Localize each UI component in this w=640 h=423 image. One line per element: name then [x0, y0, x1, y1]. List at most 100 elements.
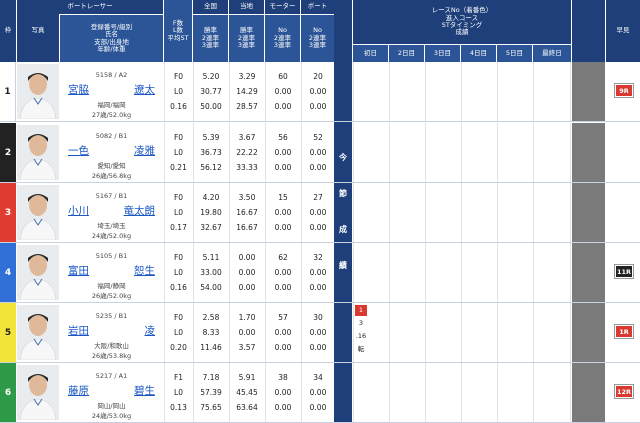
- racer-photo: [17, 64, 59, 119]
- racer-branch: 埼玉/埼玉: [97, 222, 126, 230]
- header-touchi: 当地: [229, 0, 264, 14]
- boat-stats: 32 0.00 0.00: [301, 243, 334, 302]
- racer-row: 3 5167 / B1 小川 竜太朗 埼玉/埼玉 24歳/52.0kg F0 L0 0…: [0, 183, 640, 243]
- day-4-cell: [461, 303, 496, 362]
- day-final-cell: [533, 62, 571, 121]
- racer-info: 5158 / A2 宮脇 遼太 福岡/福岡 27歳/52.0kg: [60, 62, 163, 121]
- sokuhou-race-badge[interactable]: 9R: [615, 84, 633, 97]
- racer-row: 1 5158 / A2 宮脇 遼太 福岡/福岡 27歳/52.0kg F0 L0 0.…: [0, 62, 640, 122]
- day-4-cell: [461, 62, 496, 121]
- touchi-stats: 5.91 45.45 63.64: [229, 363, 264, 422]
- racer-regno: 5217 / A1: [95, 372, 128, 380]
- day-final-cell: [533, 243, 571, 302]
- day-final-cell: [533, 183, 571, 242]
- racer-name-link[interactable]: 岩田凌: [68, 323, 155, 338]
- sokuhou-race-badge[interactable]: 1R: [615, 325, 633, 338]
- racer-photo-icon: [17, 125, 59, 180]
- header-boat: ボート: [301, 0, 334, 14]
- header-motor-rates: No 2連率 3連率: [265, 15, 300, 62]
- racer-info: 5217 / A1 藤原 碧生 岡山/岡山 24歳/53.0kg: [60, 363, 163, 422]
- day-3-cell: [425, 62, 460, 121]
- racer-photo-icon: [17, 365, 59, 420]
- gray-column: [572, 123, 605, 182]
- header-boat-racer: ボートレーサー: [17, 0, 163, 14]
- header-motor: モーター: [265, 0, 300, 14]
- header-day-1: 初日: [353, 45, 388, 62]
- header-waku: 枠: [0, 0, 16, 62]
- day-1-cell: [353, 123, 388, 182]
- racer-regno: 5167 / B1: [95, 192, 128, 200]
- zenkoku-stats: 5.11 33.00 54.00: [193, 243, 228, 302]
- day-final-cell: [533, 123, 571, 182]
- motor-stats: 57 0.00 0.00: [265, 303, 300, 362]
- fls-stats: F0 L0 0.16: [164, 243, 192, 302]
- racer-name-link[interactable]: 宮脇 遼太: [68, 82, 155, 97]
- zenkoku-stats: 5.20 30.77 50.00: [193, 62, 228, 121]
- racer-row: 4 5105 / B1 富田 恕生 福岡/静岡 26歳/52.0kg F0 L0 0.…: [0, 243, 640, 303]
- racer-row: 2 5082 / B1 一色 凌雅 愛知/愛知 26歳/56.8kg F0 L0 0.…: [0, 123, 640, 183]
- racer-name-link[interactable]: 藤原 碧生: [68, 383, 155, 398]
- sokuhou-race-badge[interactable]: 12R: [615, 385, 633, 398]
- day-2-cell: [389, 62, 424, 121]
- day-2-cell: [389, 243, 424, 302]
- day-5-cell: [497, 243, 532, 302]
- touchi-stats: 0.00 0.00 0.00: [229, 243, 264, 302]
- gray-column: [572, 243, 605, 302]
- race-result-value: .16: [355, 332, 367, 340]
- touchi-stats: 3.29 14.29 28.57: [229, 62, 264, 121]
- racer-name-link[interactable]: 小川 竜太朗: [68, 203, 155, 218]
- boat-stats: 34 0.00 0.00: [301, 363, 334, 422]
- racer-photo: [17, 245, 59, 300]
- motor-stats: 56 0.00 0.00: [265, 123, 300, 182]
- boat-stats: 30 0.00 0.00: [301, 303, 334, 362]
- waku-number: 6: [0, 363, 16, 422]
- day-3-cell: [425, 243, 460, 302]
- zenkoku-stats: 2.58 8.33 11.46: [193, 303, 228, 362]
- sokuhou-race-badge[interactable]: 11R: [615, 265, 633, 278]
- waku-number: 4: [0, 243, 16, 302]
- race-result-value: 1: [355, 305, 367, 316]
- day-3-cell: [425, 183, 460, 242]
- racer-row: 6 5217 / A1 藤原 碧生 岡山/岡山 24歳/53.0kg F1 L0 0.…: [0, 363, 640, 423]
- day-5-cell: [497, 183, 532, 242]
- day-1-cell: [353, 363, 388, 422]
- day-5-cell: [497, 62, 532, 121]
- header-day-4: 4日目: [461, 45, 496, 62]
- racer-regno: 5105 / B1: [95, 252, 128, 260]
- touchi-stats: 1.70 0.00 3.57: [229, 303, 264, 362]
- day-1-cell: [353, 243, 388, 302]
- racer-photo-icon: [17, 185, 59, 240]
- touchi-stats: 3.67 22.22 33.33: [229, 123, 264, 182]
- gray-column: [572, 303, 605, 362]
- race-result-value: 3: [358, 319, 364, 327]
- racer-name-link[interactable]: 一色 凌雅: [68, 143, 155, 158]
- waku-number: 2: [0, 123, 16, 182]
- day-3-cell: [425, 123, 460, 182]
- racer-branch: 岡山/岡山: [97, 402, 126, 410]
- day-5-cell: [497, 123, 532, 182]
- day-4-cell: [461, 363, 496, 422]
- fls-stats: F0 L0 0.21: [164, 123, 192, 182]
- racer-age-weight: 26歳/56.8kg: [91, 172, 132, 180]
- racer-branch: 福岡/福岡: [97, 101, 126, 109]
- header-touchi-rates: 勝率 2連率 3連率: [229, 15, 264, 62]
- header-sokuhou: 早見: [606, 0, 640, 62]
- racer-info: 5235 / B1 岩田凌 大阪/和歌山 26歳/53.8kg: [60, 303, 163, 362]
- race-result-value: 転: [357, 345, 365, 353]
- day-2-cell: [389, 123, 424, 182]
- racer-photo: [17, 365, 59, 420]
- day-2-cell: [389, 183, 424, 242]
- racer-regno: 5082 / B1: [95, 132, 128, 140]
- day-1-cell: [353, 183, 388, 242]
- motor-stats: 60 0.00 0.00: [265, 62, 300, 121]
- day-3-cell: [425, 303, 460, 362]
- boat-stats: 20 0.00 0.00: [301, 62, 334, 121]
- boat-stats: 27 0.00 0.00: [301, 183, 334, 242]
- header-racer-info: 登録番号/級別 氏名 支部/出身地 年齢/体重: [60, 15, 163, 62]
- gray-column: [572, 183, 605, 242]
- racer-photo: [17, 125, 59, 180]
- racer-name-link[interactable]: 富田 恕生: [68, 263, 155, 278]
- racer-branch: 愛知/愛知: [97, 162, 126, 170]
- touchi-stats: 3.50 16.67 16.67: [229, 183, 264, 242]
- zenkoku-stats: 4.20 19.80 32.67: [193, 183, 228, 242]
